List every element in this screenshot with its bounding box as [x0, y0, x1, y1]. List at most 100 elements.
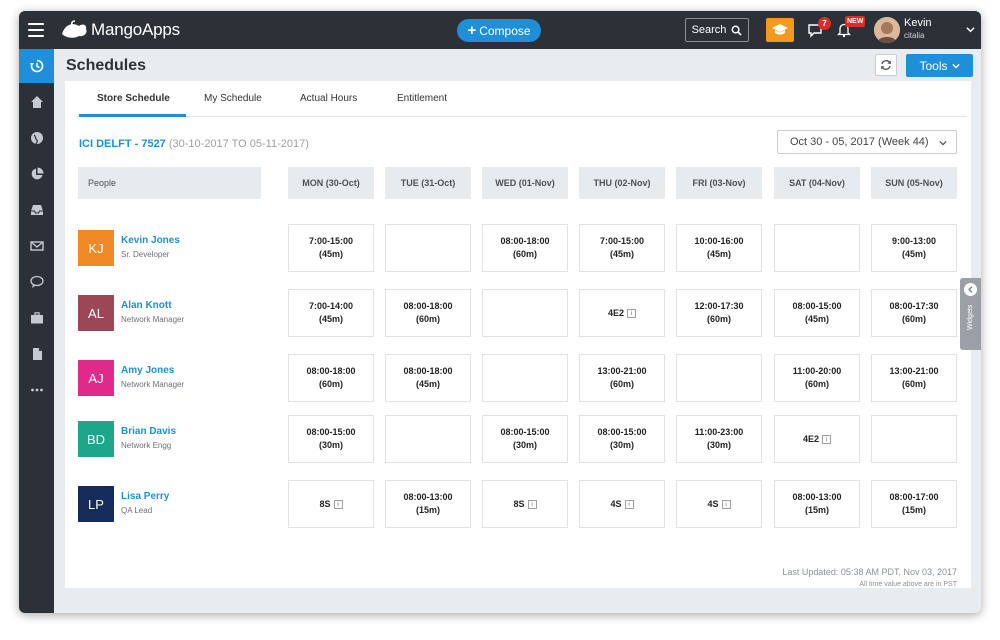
shift-cell[interactable]: 12:00-17:30 (60m) [676, 289, 762, 337]
shift-cell[interactable]: 08:00-15:00 (30m) [482, 415, 568, 463]
shift-cell[interactable]: 10:00-16:00 (45m) [676, 224, 762, 272]
shift-cell[interactable]: 08:00-18:00 (60m) [482, 224, 568, 272]
shift-cell[interactable]: 8S i [288, 480, 374, 528]
info-icon[interactable]: i [822, 434, 831, 444]
info-icon[interactable]: i [721, 499, 731, 509]
person-row-header: BD Brian Davis Network Engg [78, 421, 258, 457]
shift-cell[interactable] [385, 415, 471, 463]
tab-my-schedule[interactable]: My Schedule [204, 93, 262, 104]
sidebar-item-schedules[interactable] [19, 49, 54, 83]
week-selector[interactable]: Oct 30 - 05, 2017 (Week 44) [777, 130, 957, 154]
shift-time: 10:00-16:00 [694, 236, 744, 246]
sidebar-item-home[interactable] [19, 85, 54, 119]
shift-cell[interactable] [482, 289, 568, 337]
chevron-down-icon[interactable] [966, 25, 975, 34]
timezone-note: All time value above are in PST [859, 581, 957, 588]
store-name: ICI DELFT - 7527 [79, 138, 166, 150]
shift-cell[interactable]: 08:00-17:30 (60m) [871, 289, 957, 337]
tab-store-schedule[interactable]: Store Schedule [97, 93, 170, 104]
logo[interactable]: MangoApps [59, 19, 180, 41]
shift-cell[interactable]: 4E2 i [579, 289, 665, 337]
tools-button[interactable]: Tools [906, 54, 973, 77]
info-icon[interactable]: i [527, 499, 537, 509]
shift-cell[interactable]: 08:00-15:00 (30m) [288, 415, 374, 463]
sidebar-item-globe[interactable] [19, 121, 54, 155]
person-name-link[interactable]: Lisa Perry [121, 491, 169, 502]
widgets-panel-toggle[interactable]: Widgets [960, 278, 981, 350]
sidebar-item-work[interactable] [19, 301, 54, 335]
tab-entitlement[interactable]: Entitlement [397, 93, 447, 104]
column-header-day: TUE (31-Oct) [385, 167, 471, 199]
shift-cell[interactable]: 11:00-23:00 (30m) [676, 415, 762, 463]
shift-cell[interactable]: 08:00-18:00 (60m) [288, 354, 374, 402]
avatar[interactable]: LP [78, 486, 114, 522]
shift-cell[interactable]: 4E2 i [774, 415, 860, 463]
sidebar-item-inbox[interactable] [19, 193, 54, 227]
person-name-link[interactable]: Brian Davis [121, 426, 176, 437]
shift-cell[interactable]: 7:00-15:00 (45m) [288, 224, 374, 272]
refresh-button[interactable] [875, 54, 897, 76]
shift-cell[interactable]: 08:00-13:00 (15m) [774, 480, 860, 528]
shift-time: 08:00-15:00 [306, 427, 356, 437]
shift-cell[interactable]: 13:00-21:00 (60m) [579, 354, 665, 402]
shift-cell[interactable]: 08:00-13:00 (15m) [385, 480, 471, 528]
search-button[interactable]: Search [685, 18, 749, 42]
shift-cell[interactable]: 4S i [676, 480, 762, 528]
avatar[interactable]: AJ [78, 360, 114, 396]
shift-time: 13:00-21:00 [597, 366, 647, 376]
shift-code: 4E2 i [803, 433, 831, 446]
info-icon[interactable]: i [624, 499, 634, 509]
person-name-link[interactable]: Kevin Jones [121, 235, 180, 246]
shift-cell[interactable] [482, 354, 568, 402]
sidebar-item-messages[interactable] [19, 265, 54, 299]
shift-cell[interactable] [871, 415, 957, 463]
shift-cell[interactable]: 13:00-21:00 (60m) [871, 354, 957, 402]
history-icon [29, 59, 43, 73]
shift-cell[interactable]: 08:00-15:00 (30m) [579, 415, 665, 463]
store-heading: ICI DELFT - 7527 (30-10-2017 TO 05-11-20… [79, 138, 309, 150]
avatar[interactable]: BD [78, 421, 114, 457]
mango-logo-icon [62, 20, 87, 38]
shift-cell[interactable] [774, 224, 860, 272]
shift-cell[interactable]: 08:00-18:00 (60m) [385, 289, 471, 337]
shift-cell[interactable]: 08:00-18:00 (45m) [385, 354, 471, 402]
tab-actual-hours[interactable]: Actual Hours [300, 93, 357, 104]
user-name[interactable]: Kevin [904, 17, 932, 29]
shift-code-text: 4E2 [802, 433, 819, 444]
shift-break: (30m) [318, 440, 343, 450]
shift-cell[interactable]: 4S i [579, 480, 665, 528]
shift-break: (15m) [804, 505, 829, 515]
info-icon[interactable]: i [333, 499, 343, 509]
compose-button[interactable]: + Compose [457, 19, 541, 42]
chevron-down-icon [951, 63, 960, 69]
shift-cell[interactable] [385, 224, 471, 272]
person-role: Network Engg [121, 441, 172, 450]
shift-cell[interactable]: 7:00-15:00 (45m) [579, 224, 665, 272]
compose-label: Compose [479, 23, 531, 38]
learning-button[interactable] [766, 18, 794, 42]
user-avatar[interactable] [874, 17, 900, 43]
shift-cell[interactable] [676, 354, 762, 402]
info-icon[interactable]: i [627, 308, 636, 318]
person-name-link[interactable]: Amy Jones [121, 365, 174, 376]
sidebar-item-analytics[interactable] [19, 157, 54, 191]
person-role: Network Manager [121, 380, 185, 389]
shift-cell[interactable]: 08:00-17:00 (15m) [871, 480, 957, 528]
sidebar-item-documents[interactable] [19, 337, 54, 371]
shift-cell[interactable]: 11:00-20:00 (60m) [774, 354, 860, 402]
person-name-link[interactable]: Alan Knott [121, 300, 172, 311]
shift-cell[interactable]: 8S i [482, 480, 568, 528]
sidebar-item-more[interactable] [19, 373, 54, 407]
shift-code-text: 4E2 [607, 307, 624, 318]
shift-cell[interactable]: 08:00-15:00 (45m) [774, 289, 860, 337]
person-role: QA Lead [121, 506, 153, 515]
avatar[interactable]: KJ [78, 230, 114, 266]
shift-cell[interactable]: 7:00-14:00 (45m) [288, 289, 374, 337]
shift-cell[interactable]: 9:00-13:00 (45m) [871, 224, 957, 272]
menu-icon[interactable] [28, 23, 44, 37]
sidebar-item-mail[interactable] [19, 229, 54, 263]
shift-break: (30m) [706, 440, 731, 450]
avatar[interactable]: AL [78, 295, 114, 331]
page-title: Schedules [66, 57, 147, 74]
person-row-header: AJ Amy Jones Network Manager [78, 360, 258, 396]
